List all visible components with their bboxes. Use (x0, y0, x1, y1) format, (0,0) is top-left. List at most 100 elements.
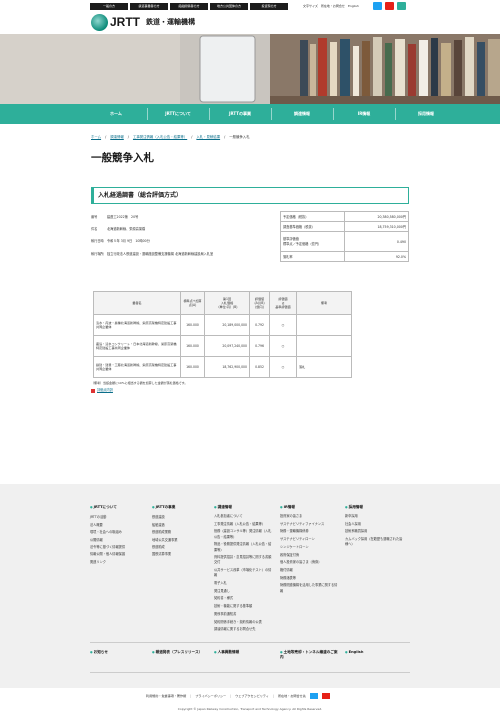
logo-jp[interactable]: 鉄道・運輸機構 (146, 16, 195, 29)
twitter-icon[interactable] (373, 2, 382, 10)
footer-col-heading[interactable]: IR情報 (280, 504, 338, 511)
summary-key: 予定価格（税抜） (280, 211, 345, 222)
footer-link[interactable]: 入札参加者について (214, 514, 272, 519)
col-header: 標準点+加算点(A) (180, 291, 205, 315)
logo-text[interactable]: JRTT (110, 14, 140, 31)
audience-tab[interactable]: 地方公共団体の方 (210, 3, 248, 10)
info-value: 令和５年 3月 9日 10時00分 (107, 239, 150, 243)
footer-link[interactable]: 契約書・様式 (214, 596, 272, 601)
footer-personnel-link[interactable]: 人事異動情報 (214, 650, 240, 655)
col-header: 業者名 (93, 291, 181, 315)
bid-price: 20,097,240,000 (204, 335, 250, 357)
footer-link[interactable]: サステナビリティローン (280, 537, 338, 542)
footer-link[interactable]: 公開情報 (90, 537, 146, 544)
footer-divider (90, 642, 410, 643)
pdf-link-label[interactable]: 評価点内訳 (97, 388, 113, 393)
footer-link[interactable]: 格付情報 (280, 568, 338, 573)
summary-value: 18,759,310,000円 (344, 221, 409, 232)
breadcrumb-link[interactable]: 入札・見積結果 (196, 135, 220, 140)
legal-link[interactable]: 利用規約・免責事項・著作権 (146, 693, 186, 699)
bidder-score: 160.000 (180, 335, 205, 357)
page-title: 一般競争入札 (91, 152, 154, 164)
footer-link[interactable]: 船舶建造 (152, 522, 208, 529)
footer-link[interactable]: 公共サービス改革（市場化テスト）の情報 (214, 568, 272, 578)
footer-link[interactable]: シンジケートローン (280, 545, 338, 550)
footer-news-link[interactable]: お知らせ (90, 650, 108, 655)
footer-col-procurement: 調達情報 入札参加者について 工事発注情報（入札公告・結果等） 役務（建設コンサ… (214, 504, 272, 635)
bidder-score: 160.000 (180, 356, 205, 378)
footer-link[interactable]: 鉄道助成 (152, 544, 208, 551)
footer-link[interactable]: 技術系職員採用 (345, 529, 405, 534)
footer-link[interactable]: 投資家の皆さま (280, 514, 338, 519)
audience-tab[interactable]: 投資家の方 (250, 3, 288, 10)
footer-link[interactable]: カムバック採用（在籍歴も退職された皆様へ） (345, 537, 405, 547)
youtube-icon[interactable] (321, 693, 330, 699)
footer-link[interactable]: 技術・機能に関する基準類 (214, 604, 272, 609)
footer-link[interactable]: 新卒採用 (345, 514, 405, 519)
text-size-label[interactable]: 文字サイズ (303, 3, 318, 9)
legal-link[interactable]: 所在地・お問合せ先 (278, 693, 306, 699)
footer-link[interactable]: 個人投資家の皆さま（債券） (280, 560, 338, 565)
table-row: 落札率 92.0% (280, 251, 409, 262)
footer-link[interactable]: 鉄道建設 (152, 514, 208, 521)
audience-tab[interactable]: 一般の方 (90, 3, 128, 10)
footer-link[interactable]: JRTTの活動 (90, 514, 146, 521)
twitter-icon[interactable] (309, 693, 318, 699)
nav-recruit[interactable]: 採用情報 (395, 104, 457, 124)
footer-link[interactable]: 財務関連機構を活用した事業に関する情報 (280, 583, 338, 593)
nav-ir[interactable]: IR情報 (333, 104, 395, 124)
nav-home[interactable]: ホーム (85, 104, 147, 124)
footer-col-heading[interactable]: 調達情報 (214, 504, 272, 511)
legal-sep: | (272, 694, 274, 698)
footer-link[interactable]: 役務（建設コンサル等）発注情報（入札公告・結果等） (214, 529, 272, 539)
footer-english-link[interactable]: English (345, 650, 364, 655)
youtube-icon[interactable] (385, 2, 394, 10)
footer-link[interactable]: 法人概要 (90, 522, 146, 529)
footer-col-heading[interactable]: 採用情報 (345, 504, 405, 511)
footer-col-heading[interactable]: JRTTについて (90, 504, 146, 511)
footer-link[interactable]: 情報公開・個人情報保護 (90, 551, 146, 558)
footer-link[interactable]: 国鉄清算事業 (152, 551, 208, 558)
footer-link[interactable]: 政府保証付債 (280, 553, 338, 558)
footer-link[interactable]: 法令等に基づく情報提供 (90, 544, 146, 551)
nav-business[interactable]: JRTTの事業 (209, 104, 271, 124)
footer-link[interactable]: 電子入札 (214, 581, 272, 586)
breadcrumb-link[interactable]: ホーム (91, 135, 101, 140)
footer-link[interactable]: 環境・社会への取組み (90, 529, 146, 536)
footer-link[interactable]: 資料提供招請・意見招請等に関する書類交付 (214, 555, 272, 565)
footer-link[interactable]: 工事発注情報（入札公告・結果等） (214, 522, 272, 527)
footer-link[interactable]: 調達情報に関するお問合せ先 (214, 627, 272, 632)
summary-value: 92.0% (344, 251, 409, 262)
footer-col-heading[interactable]: JRTTの事業 (152, 504, 208, 511)
search-icon[interactable] (397, 2, 406, 10)
table-row: 鹿島・清水コンクリート・日本北海道新幹線、栄原高架橋特定建設工事共同企業体 16… (93, 335, 352, 357)
logo-mark-icon[interactable] (91, 14, 108, 31)
footer-link[interactable]: サステナビリティファイナンス (280, 522, 338, 527)
footer-link[interactable]: 契約関係手続き・契約情報の公表 (214, 620, 272, 625)
english-link[interactable]: English (348, 3, 359, 9)
col-header: 備考 (296, 291, 352, 315)
footer-link[interactable]: 財務諸表等 (280, 576, 338, 581)
legal-link[interactable]: プライバシーポリシー (195, 693, 226, 699)
footer-land-link[interactable]: 土地等売却・トンネル譲渡のご案内 (280, 650, 338, 660)
nav-procurement[interactable]: 調達情報 (271, 104, 333, 124)
summary-key: 調査基準価格（税抜） (280, 221, 345, 232)
footer-link[interactable]: 発注見通し (214, 589, 272, 594)
audience-tab[interactable]: 船舶関係者の方 (170, 3, 208, 10)
nav-about[interactable]: JRTTについて (147, 104, 209, 124)
footer-link[interactable]: 地域公共交通事業 (152, 537, 208, 544)
footer-link[interactable]: 社会人採用 (345, 522, 405, 527)
audience-tab[interactable]: 鉄道事業者の方 (130, 3, 168, 10)
footer-link[interactable]: 関連リンク (90, 559, 146, 566)
breadcrumb-link[interactable]: 工事発注情報（入札公告・結果等） (133, 135, 187, 140)
footer-link[interactable]: 物品・役務提供発注情報（入札公告・結果等） (214, 542, 272, 552)
breadcrumb-link[interactable]: 調達情報 (110, 135, 124, 140)
legal-link[interactable]: ウェブアクセシビリティ (235, 693, 269, 699)
footer-link[interactable]: 財務・運輸機構債券 (280, 529, 338, 534)
footer-press-link[interactable]: 報道発表（プレスリリース） (152, 650, 203, 655)
pdf-link[interactable]: 評価点内訳 (91, 388, 113, 393)
footer-link[interactable]: 鉄道助成業務 (152, 529, 208, 536)
footer-link[interactable]: 関係事前通知書 (214, 612, 272, 617)
contact-link[interactable]: 所在地・お問合せ (321, 3, 345, 9)
bid-note (296, 335, 352, 357)
